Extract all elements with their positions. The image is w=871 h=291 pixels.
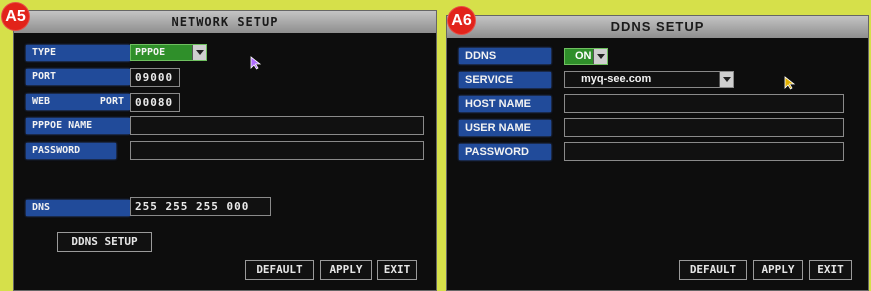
type-label: TYPE	[26, 45, 130, 61]
ddns-toggle-select[interactable]: ON	[564, 48, 608, 65]
default-button[interactable]: DEFAULT	[245, 260, 314, 280]
port-label: PORT	[26, 69, 130, 85]
type-select-value: PPPOE	[135, 47, 166, 58]
network-setup-title: NETWORK SETUP	[14, 11, 436, 33]
user-name-input[interactable]	[564, 118, 844, 137]
service-label: SERVICE	[459, 72, 551, 88]
web-port-label-a: WEB	[32, 96, 51, 107]
step-badge-a5: A5	[1, 2, 30, 31]
pppoe-name-input[interactable]	[130, 116, 424, 135]
exit-button[interactable]: EXIT	[809, 260, 852, 280]
web-port-label: WEB PORT	[26, 94, 130, 110]
dns-input[interactable]: 255 255 255 000	[130, 197, 271, 216]
dropdown-arrow-icon[interactable]	[593, 49, 607, 64]
host-name-input[interactable]	[564, 94, 844, 113]
user-name-label: USER NAME	[459, 120, 551, 136]
password-label: PASSWORD	[26, 143, 116, 159]
apply-button[interactable]: APPLY	[753, 260, 803, 280]
password-label: PASSWORD	[459, 144, 551, 160]
dropdown-arrow-icon[interactable]	[192, 45, 206, 60]
host-name-label: HOST NAME	[459, 96, 551, 112]
dns-label: DNS	[26, 200, 130, 216]
ddns-toggle-value: ON	[575, 50, 592, 62]
password-input[interactable]	[564, 142, 844, 161]
mouse-pointer-icon	[784, 76, 796, 90]
web-port-label-b: PORT	[99, 96, 124, 107]
dropdown-arrow-icon[interactable]	[719, 72, 733, 87]
port-input[interactable]: 09000	[130, 68, 180, 87]
default-button[interactable]: DEFAULT	[679, 260, 747, 280]
network-setup-panel: NETWORK SETUP TYPE PPPOE PORT 09000 WEB …	[13, 10, 437, 291]
service-select-value: myq-see.com	[581, 73, 652, 85]
ddns-label: DDNS	[459, 48, 551, 64]
step-badge-a6: A6	[447, 6, 476, 35]
service-select[interactable]: myq-see.com	[564, 71, 734, 88]
ddns-setup-title: DDNS SETUP	[447, 16, 868, 38]
apply-button[interactable]: APPLY	[320, 260, 372, 280]
ddns-setup-button[interactable]: DDNS SETUP	[57, 232, 152, 252]
password-input[interactable]	[130, 141, 424, 160]
exit-button[interactable]: EXIT	[377, 260, 417, 280]
type-select[interactable]: PPPOE	[130, 44, 207, 61]
ddns-setup-panel: DDNS SETUP DDNS ON SERVICE myq-see.com H…	[446, 15, 869, 291]
web-port-input[interactable]: 00080	[130, 93, 180, 112]
mouse-pointer-icon	[250, 56, 262, 70]
pppoe-name-label: PPPOE NAME	[26, 118, 130, 134]
